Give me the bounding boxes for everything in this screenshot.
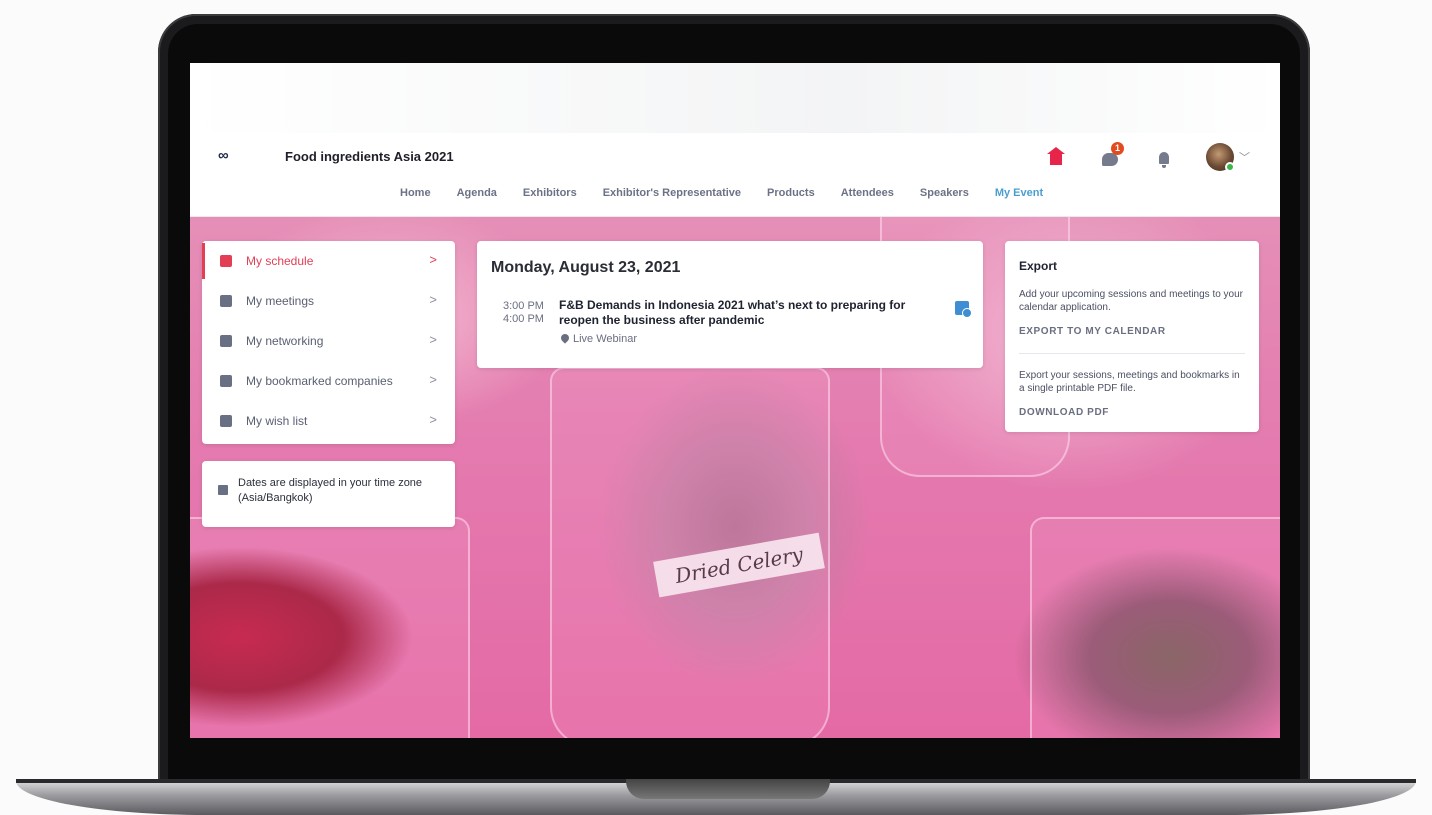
- laptop-mockup: ∞ Food ingredients Asia 2021 1 ﹀ Home Ag…: [0, 0, 1432, 815]
- chevron-right-icon: >: [429, 372, 437, 387]
- sidebar-item-label: My bookmarked companies: [246, 374, 393, 388]
- user-menu[interactable]: ﹀: [1206, 143, 1250, 172]
- divider: [1019, 353, 1245, 354]
- schedule-date: Monday, August 23, 2021: [491, 259, 681, 276]
- main-nav: Home Agenda Exhibitors Exhibitor's Repre…: [400, 187, 1043, 199]
- online-status-dot: [1225, 162, 1235, 172]
- session-end: 4:00 PM: [503, 313, 544, 325]
- header-icons: 1 ﹀: [1044, 142, 1250, 172]
- bookmark-icon: [220, 375, 232, 387]
- schedule-card: Monday, August 23, 2021 3:00 PM 4:00 PM …: [477, 241, 983, 368]
- chevron-right-icon: >: [429, 332, 437, 347]
- bell-icon[interactable]: [1152, 145, 1176, 169]
- chevron-right-icon: >: [429, 412, 437, 427]
- timezone-icon: [218, 485, 228, 495]
- export-title: Export: [1019, 259, 1058, 273]
- home-icon[interactable]: [1044, 145, 1068, 169]
- logo-icon[interactable]: ∞: [218, 148, 238, 163]
- nav-exhibitors-representative[interactable]: Exhibitor's Representative: [603, 187, 741, 199]
- calendar-icon: [220, 255, 232, 267]
- top-blank-area: [190, 63, 1280, 133]
- sidebar-item-my-meetings[interactable]: My meetings >: [202, 281, 455, 321]
- chevron-down-icon[interactable]: ﹀: [1239, 149, 1250, 165]
- session-start: 3:00 PM: [503, 300, 544, 312]
- sidebar-item-my-schedule[interactable]: My schedule >: [202, 241, 455, 281]
- chat-badge: 1: [1111, 142, 1124, 155]
- sidebar-item-label: My schedule: [246, 254, 314, 268]
- background-jar: [1030, 517, 1280, 738]
- location-pin-icon: [559, 332, 571, 344]
- export-pdf-description: Export your sessions, meetings and bookm…: [1019, 370, 1240, 394]
- app-title[interactable]: Food ingredients Asia 2021: [285, 149, 454, 164]
- download-pdf-link[interactable]: DOWNLOAD PDF: [1019, 407, 1109, 418]
- networking-icon: [220, 335, 232, 347]
- nav-my-event[interactable]: My Event: [995, 187, 1043, 199]
- session-location: Live Webinar: [573, 333, 637, 345]
- nav-agenda[interactable]: Agenda: [457, 187, 497, 199]
- timezone-note-card: Dates are displayed in your time zone (A…: [202, 461, 455, 527]
- avatar[interactable]: [1206, 143, 1235, 172]
- sidebar-item-label: My meetings: [246, 294, 315, 308]
- sidebar-item-label: My networking: [246, 334, 324, 348]
- chevron-right-icon: >: [429, 292, 437, 307]
- sidebar-item-my-wish-list[interactable]: My wish list >: [202, 401, 455, 441]
- content-area: Dried Celery My schedule > My meetings >…: [190, 217, 1280, 738]
- laptop-notch: [626, 779, 830, 799]
- meetings-icon: [220, 295, 232, 307]
- nav-home[interactable]: Home: [400, 187, 431, 199]
- session-title[interactable]: F&B Demands in Indonesia 2021 what’s nex…: [559, 298, 939, 328]
- nav-products[interactable]: Products: [767, 187, 815, 199]
- app-header: ∞ Food ingredients Asia 2021 1 ﹀ Home Ag…: [190, 133, 1280, 217]
- chat-icon[interactable]: 1: [1098, 142, 1124, 169]
- sidebar-item-my-networking[interactable]: My networking >: [202, 321, 455, 361]
- nav-exhibitors[interactable]: Exhibitors: [523, 187, 577, 199]
- add-to-calendar-icon[interactable]: [955, 301, 972, 318]
- session-time: 3:00 PM 4:00 PM: [503, 300, 544, 326]
- nav-attendees[interactable]: Attendees: [841, 187, 894, 199]
- my-event-menu: My schedule > My meetings > My networkin…: [202, 241, 455, 444]
- export-to-calendar-link[interactable]: EXPORT TO MY CALENDAR: [1019, 326, 1166, 337]
- background-jar: [190, 517, 470, 738]
- sidebar-item-my-bookmarked-companies[interactable]: My bookmarked companies >: [202, 361, 455, 401]
- nav-speakers[interactable]: Speakers: [920, 187, 969, 199]
- timezone-note: Dates are displayed in your time zone (A…: [238, 477, 423, 504]
- wishlist-icon: [220, 415, 232, 427]
- export-card: Export Add your upcoming sessions and me…: [1005, 241, 1259, 432]
- sidebar-item-label: My wish list: [246, 414, 308, 428]
- chevron-right-icon: >: [429, 252, 437, 267]
- app-screen: ∞ Food ingredients Asia 2021 1 ﹀ Home Ag…: [190, 63, 1280, 738]
- export-calendar-description: Add your upcoming sessions and meetings …: [1019, 289, 1244, 313]
